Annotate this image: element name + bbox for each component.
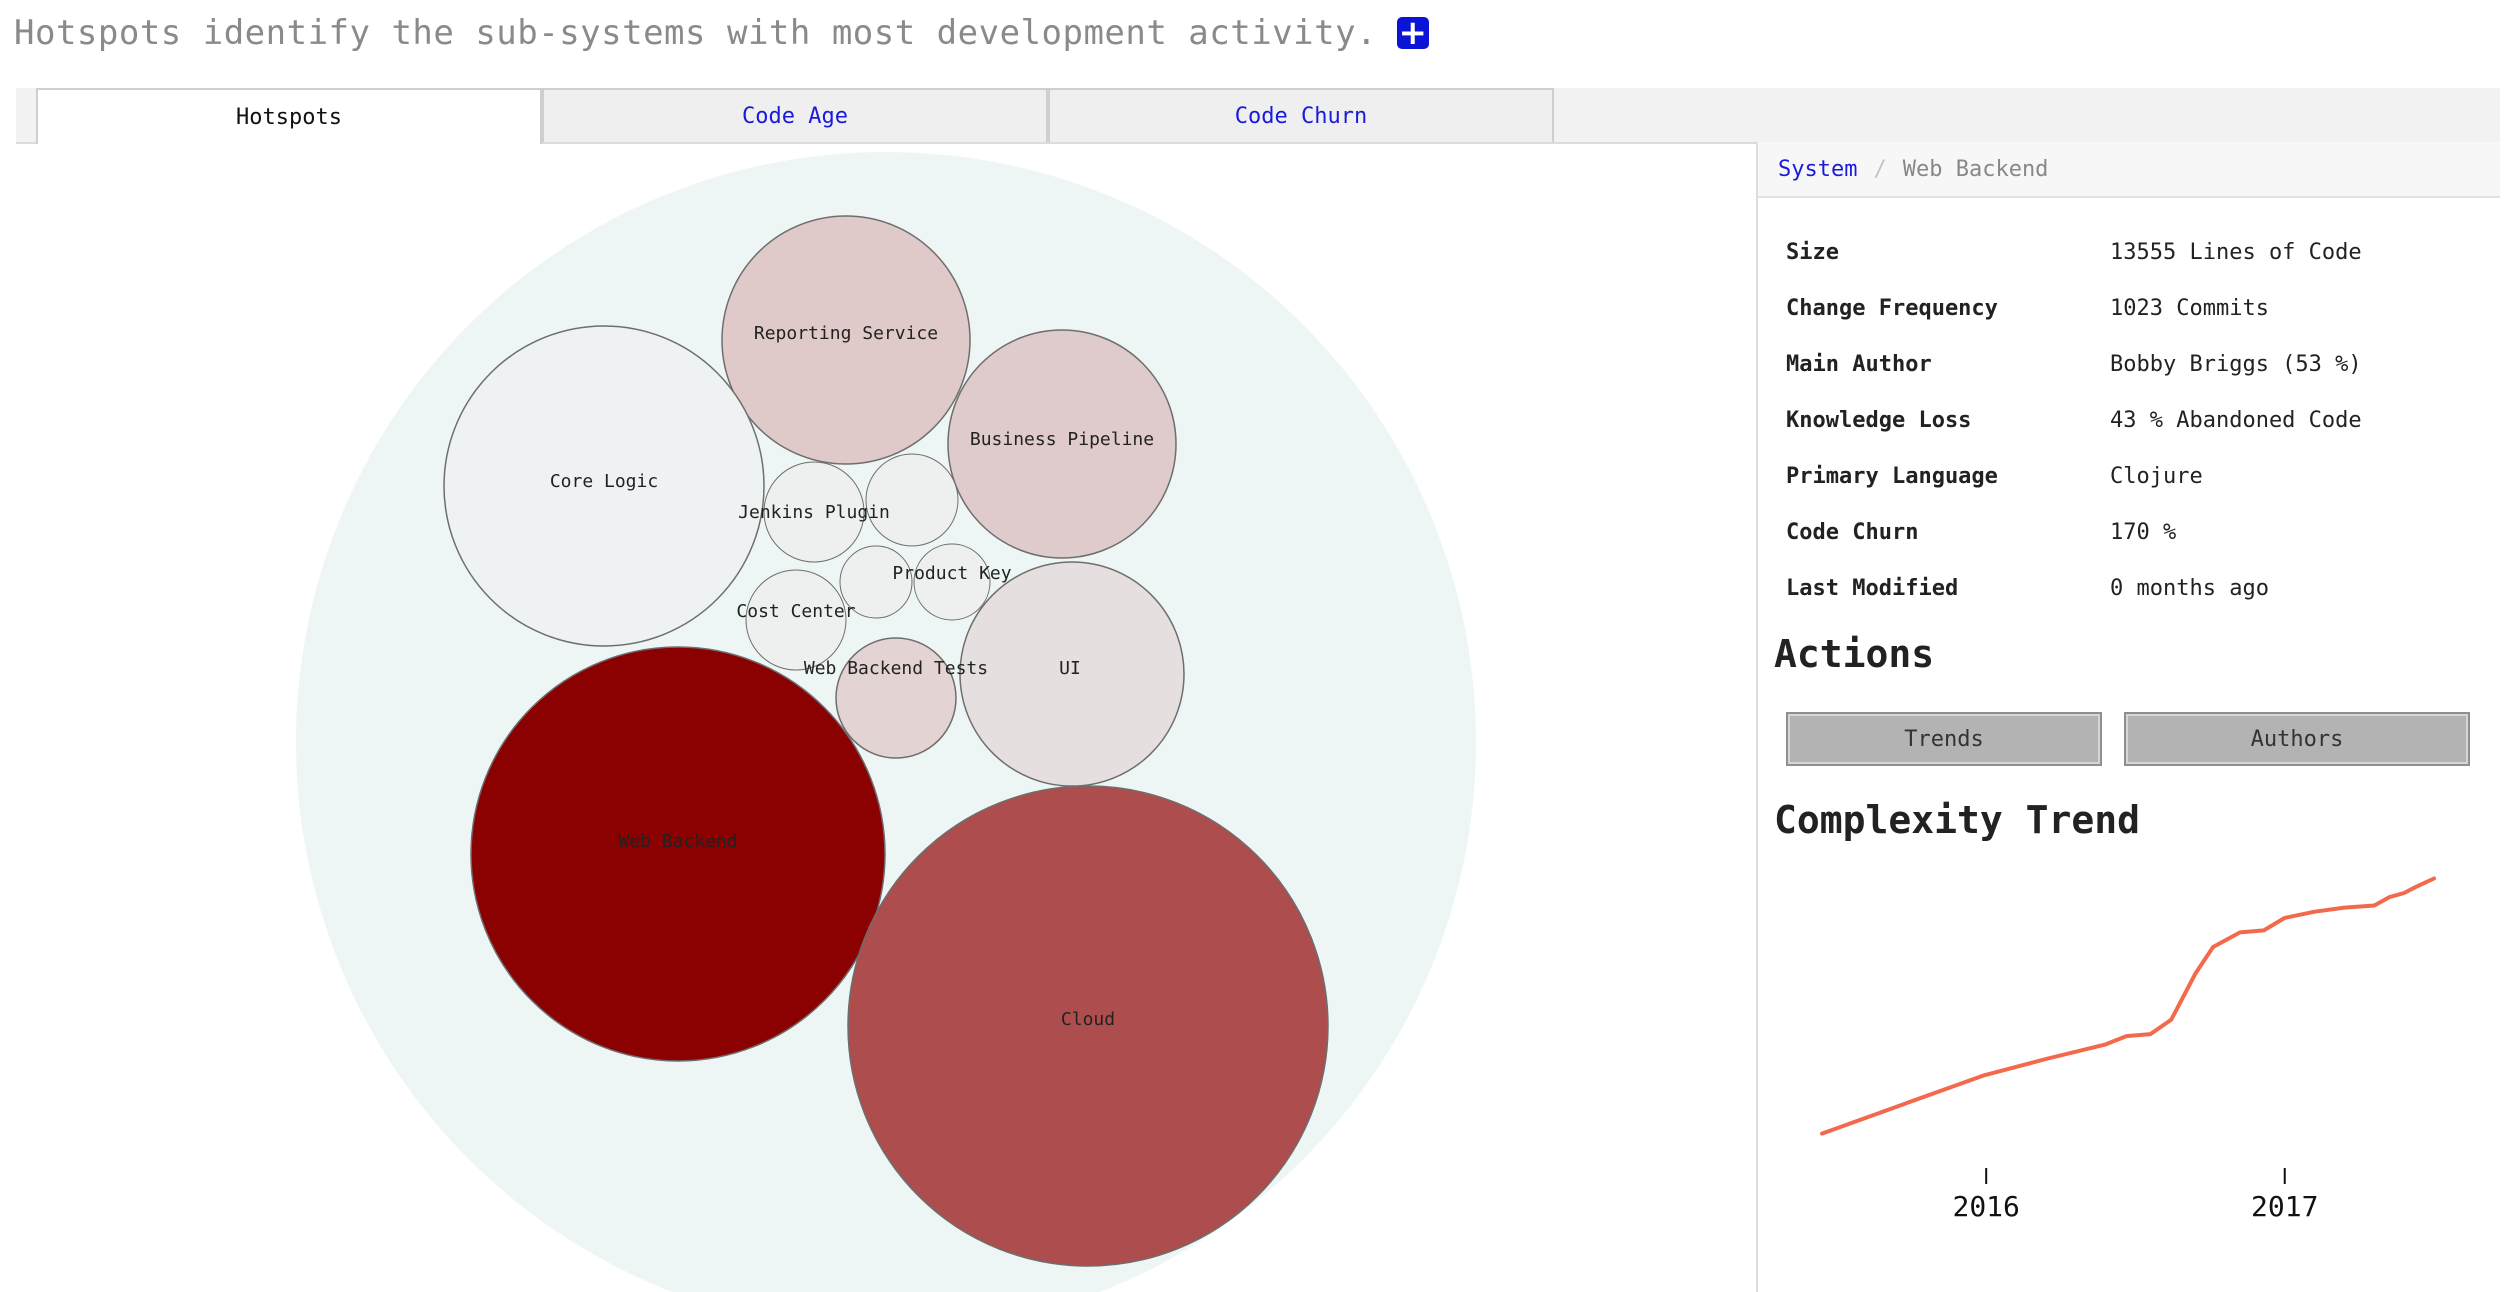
bubble-label-product-key: Product Key <box>892 563 1011 584</box>
x-tick-label-2016: 2016 <box>1952 1190 2019 1223</box>
x-tick-label-2017: 2017 <box>2251 1190 2318 1223</box>
complexity-trend-line <box>1820 876 2436 1136</box>
breadcrumb: System / Web Backend <box>1758 142 2500 198</box>
facts-table: Size 13555 Lines of Code Change Frequenc… <box>1786 224 2486 616</box>
bubble-web-backend-tests[interactable] <box>835 637 957 759</box>
complexity-trend-heading: Complexity Trend <box>1774 798 2141 842</box>
actions-heading: Actions <box>1774 632 1935 676</box>
fact-row-primary-language: Primary Language Clojure <box>1786 448 2486 504</box>
fact-row-knowledge-loss: Knowledge Loss 43 % Abandoned Code <box>1786 392 2486 448</box>
view-tabs: Hotspots Code Age Code Churn <box>16 88 2500 144</box>
tab-code-age[interactable]: Code Age <box>542 88 1048 142</box>
tab-hotspots[interactable]: Hotspots <box>36 88 542 144</box>
fact-label: Last Modified <box>1786 575 1959 601</box>
fact-value: 1023 Commits <box>2110 295 2269 321</box>
fact-row-main-author: Main Author Bobby Briggs (53 %) <box>1786 336 2486 392</box>
fact-row-change-frequency: Change Frequency 1023 Commits <box>1786 280 2486 336</box>
plus-square-icon[interactable]: + <box>1397 16 1430 50</box>
bubble-label-web-backend: Web Backend <box>618 831 737 852</box>
breadcrumb-system[interactable]: System <box>1778 157 1857 182</box>
fact-row-code-churn: Code Churn 170 % <box>1786 504 2486 560</box>
trends-button[interactable]: Trends <box>1786 712 2102 766</box>
fact-value: Clojure <box>2110 463 2203 489</box>
hotspot-map: Reporting Service Core Logic Business Pipe… <box>0 142 1756 1292</box>
bubble-label-reporting-service: Reporting Service <box>754 323 938 344</box>
bubble-label-cost-center: Cost Center <box>736 601 855 622</box>
fact-label: Primary Language <box>1786 463 1998 489</box>
bubble-label-web-backend-tests: Web Backend Tests <box>804 658 988 679</box>
bubble-label-business-pipeline: Business Pipeline <box>970 429 1154 450</box>
fact-label: Change Frequency <box>1786 295 1998 321</box>
breadcrumb-separator: / <box>1873 156 1887 182</box>
bubble-label-jenkins-plugin: Jenkins Plugin <box>738 502 890 523</box>
fact-value: 0 months ago <box>2110 575 2269 601</box>
authors-button[interactable]: Authors <box>2124 712 2470 766</box>
bubble-label-cloud: Cloud <box>1061 1009 1115 1030</box>
bubble-unlabeled-4[interactable] <box>865 453 959 547</box>
fact-label: Knowledge Loss <box>1786 407 1972 433</box>
fact-label: Size <box>1786 239 1839 265</box>
fact-value: 43 % Abandoned Code <box>2110 407 2362 433</box>
bubble-web-backend[interactable] <box>470 646 886 1062</box>
headline-text: Hotspots identify the sub-systems with m… <box>14 13 1378 53</box>
fact-row-last-modified: Last Modified 0 months ago <box>1786 560 2486 616</box>
fact-label: Main Author <box>1786 351 1932 377</box>
fact-label: Code Churn <box>1786 519 1919 545</box>
bubble-label-core-logic: Core Logic <box>550 471 658 492</box>
page-headline: Hotspots identify the sub-systems with m… <box>14 8 1430 58</box>
fact-value: Bobby Briggs (53 %) <box>2110 351 2362 377</box>
fact-value: 170 % <box>2110 519 2177 545</box>
fact-row-size: Size 13555 Lines of Code <box>1786 224 2486 280</box>
tab-code-churn[interactable]: Code Churn <box>1048 88 1554 142</box>
details-panel: System / Web Backend Size 13555 Lines of… <box>1758 142 2500 1292</box>
complexity-trend-chart: 2016 2017 <box>1820 876 2436 1223</box>
breadcrumb-current: Web Backend <box>1902 156 2049 182</box>
fact-value: 13555 Lines of Code <box>2110 239 2362 265</box>
bubble-label-ui: UI <box>1059 658 1081 679</box>
